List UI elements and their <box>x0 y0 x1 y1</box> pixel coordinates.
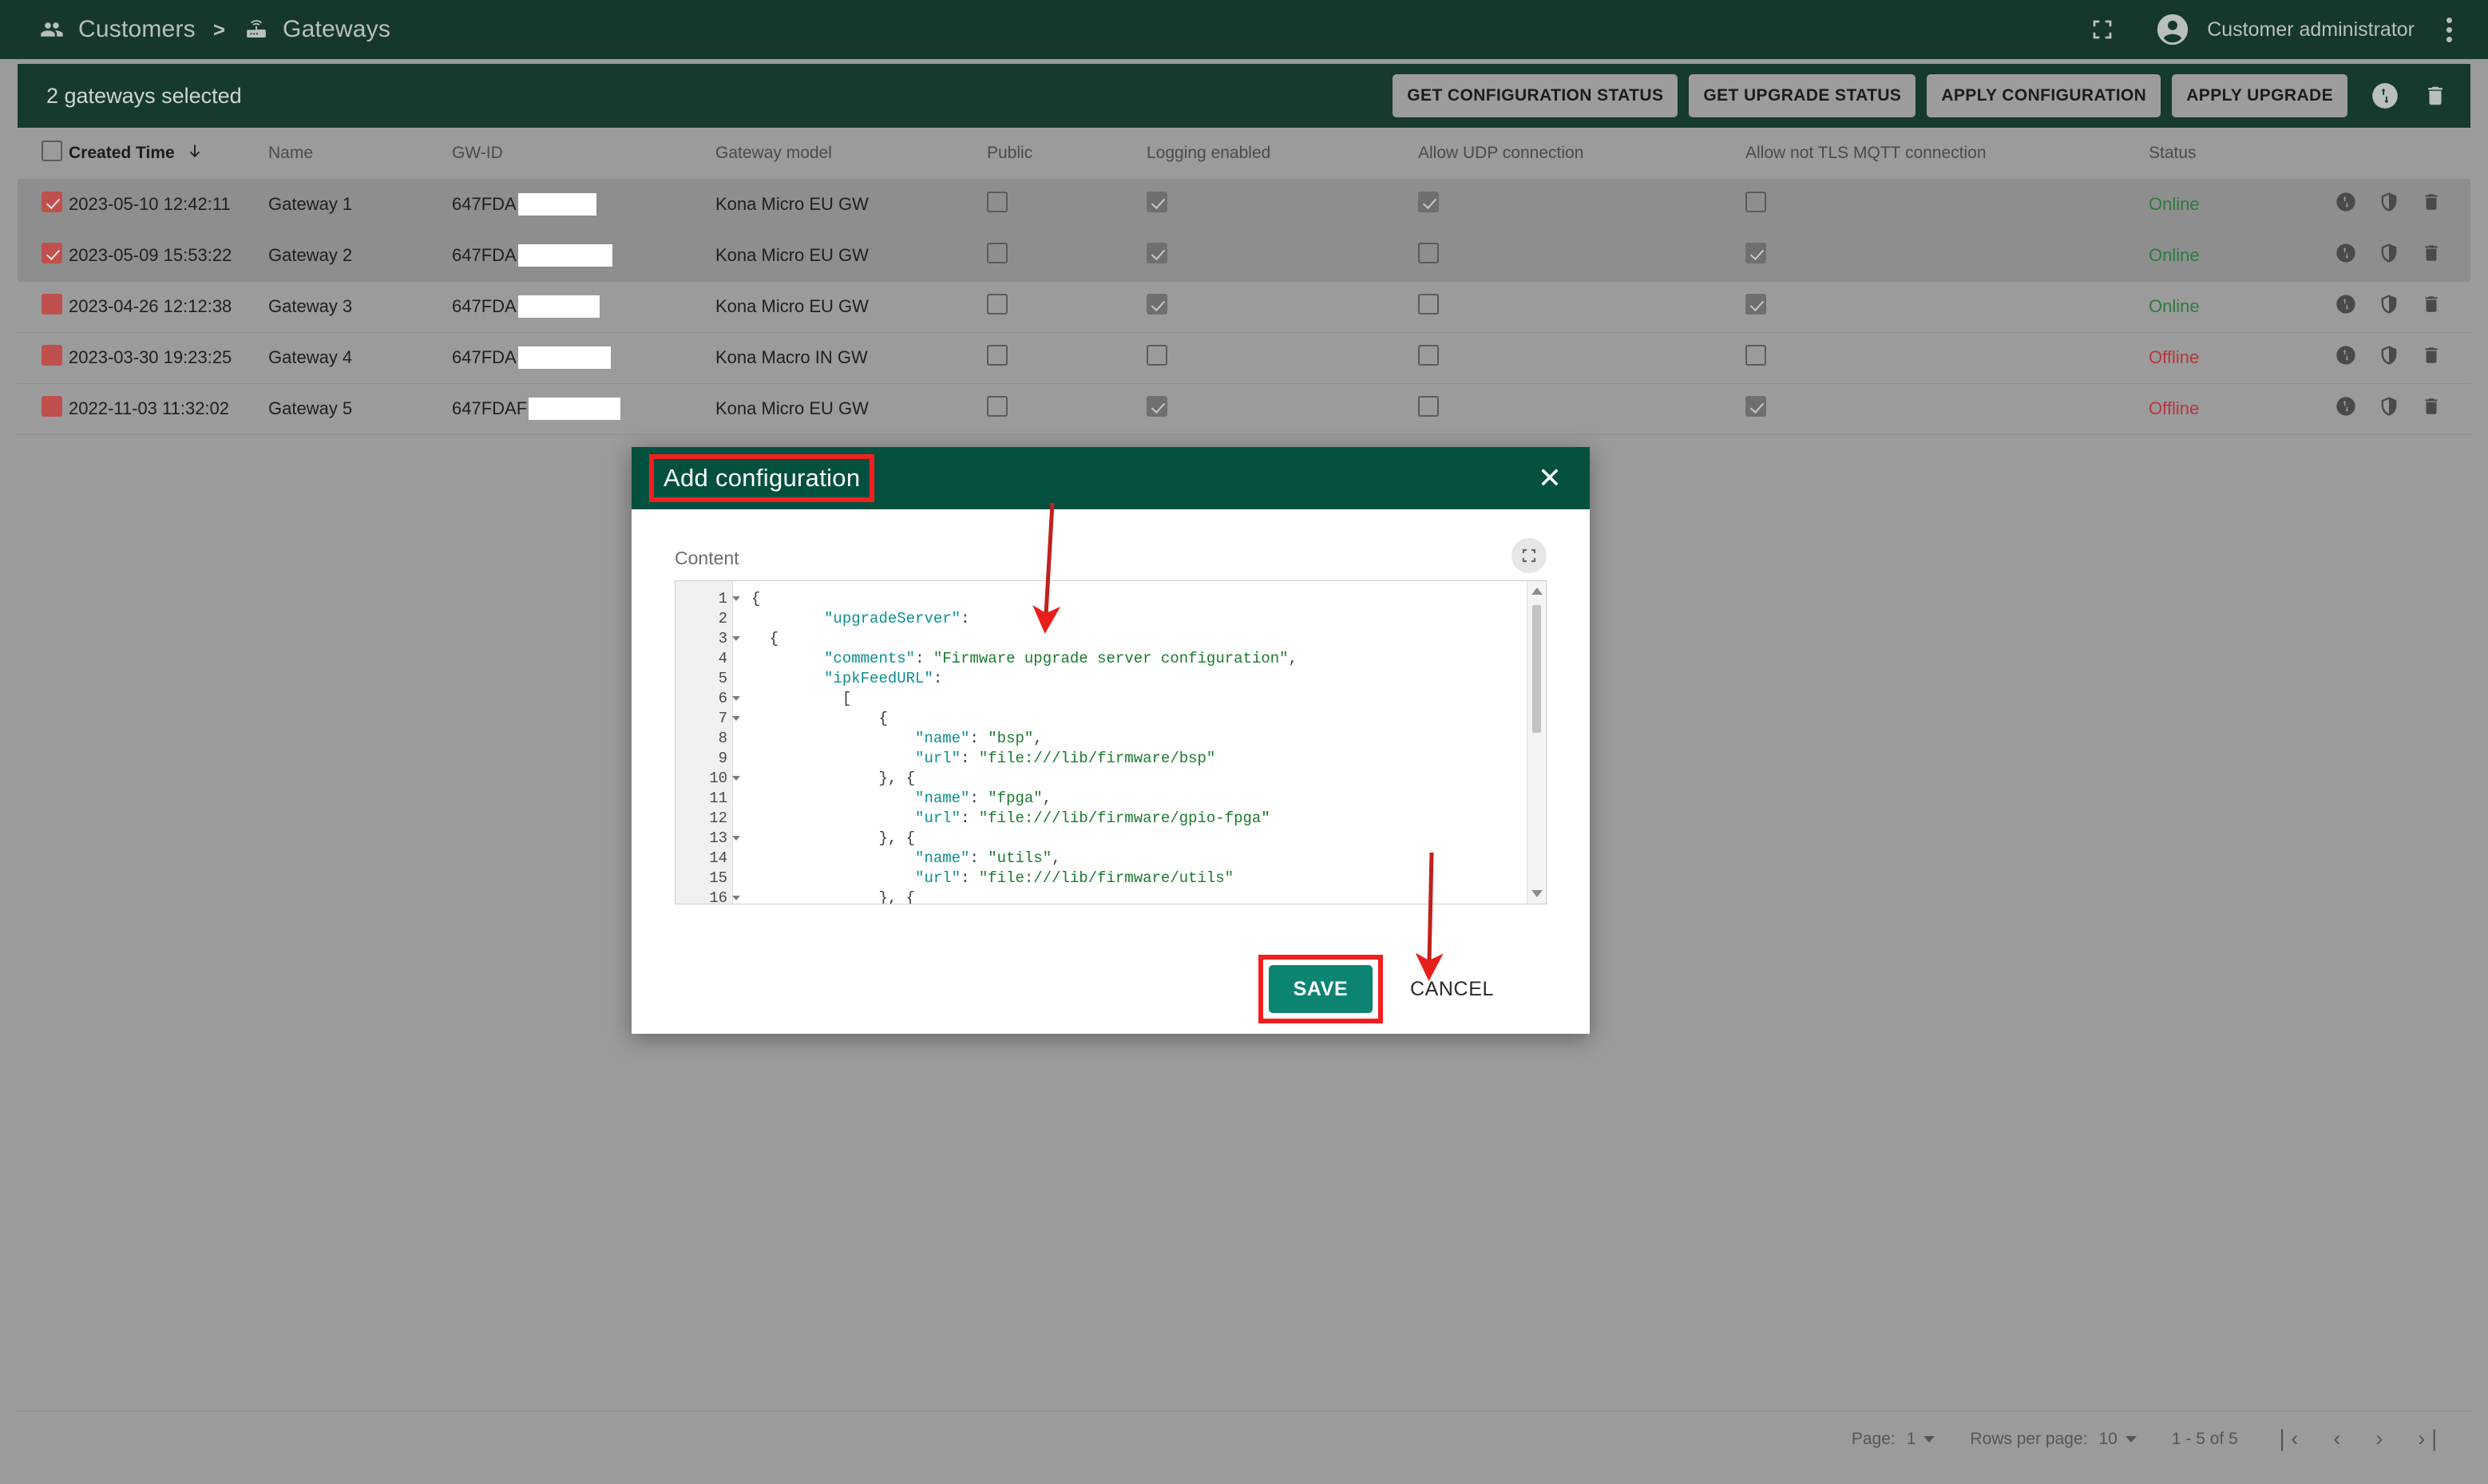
editor-line: { <box>769 630 779 647</box>
fold-triangle-icon[interactable] <box>732 636 740 641</box>
editor-line: "comments": "Firmware upgrade server con… <box>824 650 1297 667</box>
editor-line-number: 10 <box>675 769 740 789</box>
editor-line-number: 11 <box>709 789 727 807</box>
editor-line: [ <box>842 690 852 707</box>
editor-line-number: 5 <box>718 670 727 687</box>
editor-line-number: 12 <box>709 809 727 827</box>
editor-line: "name": "utils", <box>915 849 1061 867</box>
editor-line: }, { <box>878 829 916 847</box>
editor-line-number: 9 <box>718 750 727 767</box>
editor-line-number: 14 <box>709 849 727 867</box>
editor-line-number: 13 <box>675 829 740 849</box>
editor-line-number: 7 <box>675 709 740 729</box>
editor-line: }, { <box>878 770 916 787</box>
fold-triangle-icon[interactable] <box>732 716 740 721</box>
editor-line: { <box>751 590 761 607</box>
content-label: Content <box>675 548 739 568</box>
editor-line-number: 1 <box>675 589 740 609</box>
add-configuration-dialog: Add configuration ✕ Content 1 2 3 4 5 6 7 8 9 10 1… <box>632 447 1590 1034</box>
editor-code-area[interactable]: { "upgradeServer": { "comments": "Firmwa… <box>733 581 1527 904</box>
editor-line: "upgradeServer": <box>824 610 970 627</box>
json-editor[interactable]: 1 2 3 4 5 6 7 8 9 10 11 12 13 14 15 16 { "upgradeServer… <box>675 580 1547 904</box>
editor-line: "url": "file:///lib/firmware/bsp" <box>915 750 1216 767</box>
fold-triangle-icon[interactable] <box>732 836 740 841</box>
editor-line: "ipkFeedURL": <box>824 670 943 687</box>
save-button[interactable]: SAVE <box>1268 965 1373 1013</box>
scroll-up-icon[interactable] <box>1531 588 1543 595</box>
dialog-footer: SAVE CANCEL <box>632 944 1590 1034</box>
editor-line-number: 8 <box>718 730 727 747</box>
scroll-down-icon[interactable] <box>1531 890 1543 897</box>
editor-line-number: 4 <box>718 650 727 667</box>
dialog-header: Add configuration ✕ <box>632 447 1590 509</box>
fold-triangle-icon[interactable] <box>732 596 740 601</box>
editor-line: "name": "bsp", <box>915 730 1043 747</box>
editor-line: }, { <box>878 889 916 904</box>
editor-line: "url": "file:///lib/firmware/gpio-fpga" <box>915 809 1270 827</box>
cancel-button[interactable]: CANCEL <box>1410 978 1494 1001</box>
editor-vertical-scrollbar[interactable] <box>1527 581 1546 904</box>
editor-line-number: 16 <box>675 888 740 904</box>
editor-line-number: 2 <box>718 610 727 627</box>
editor-line-number: 15 <box>709 869 727 887</box>
save-button-highlight: SAVE <box>1258 955 1383 1023</box>
editor-line-numbers: 1 2 3 4 5 6 7 8 9 10 11 12 13 14 15 16 <box>675 581 740 904</box>
editor-line: "url": "file:///lib/firmware/utils" <box>915 869 1234 887</box>
fold-triangle-icon[interactable] <box>732 776 740 781</box>
dialog-body: Content 1 2 3 4 5 6 7 8 9 10 11 12 13 14 15 16 { "upgra… <box>632 509 1590 904</box>
dialog-title: Add configuration <box>648 454 875 502</box>
fold-triangle-icon[interactable] <box>732 896 740 900</box>
close-icon[interactable]: ✕ <box>1532 461 1567 496</box>
fold-triangle-icon[interactable] <box>732 696 740 701</box>
editor-line-number: 3 <box>675 629 740 649</box>
fullscreen-expand-icon[interactable] <box>1511 538 1547 573</box>
editor-line: "name": "fpga", <box>915 789 1052 807</box>
editor-line-number: 6 <box>675 689 740 709</box>
scrollbar-thumb[interactable] <box>1532 605 1541 733</box>
editor-line: { <box>878 710 888 727</box>
